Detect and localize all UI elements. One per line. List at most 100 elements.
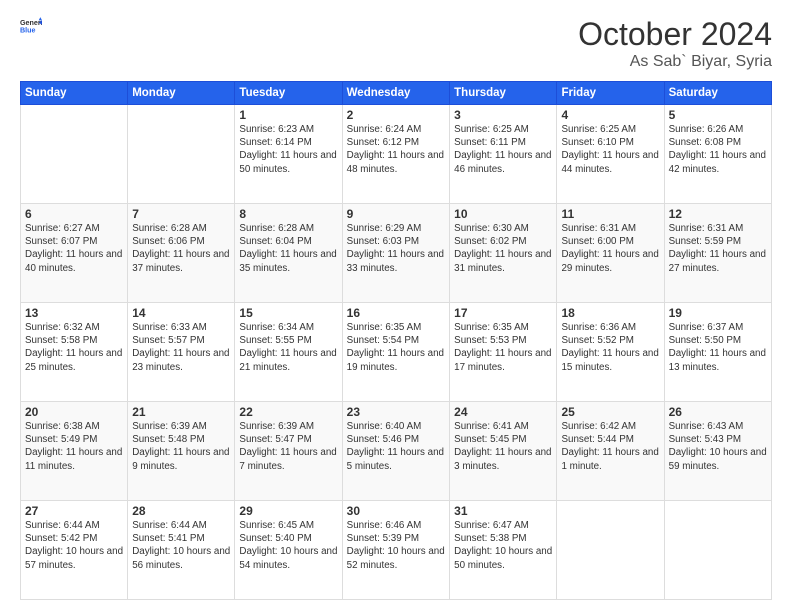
- day-info: Sunrise: 6:43 AMSunset: 5:43 PMDaylight:…: [669, 420, 767, 473]
- day-number: 16: [347, 306, 446, 320]
- day-info: Sunrise: 6:35 AMSunset: 5:54 PMDaylight:…: [347, 321, 446, 374]
- calendar-cell: 31 Sunrise: 6:47 AMSunset: 5:38 PMDaylig…: [450, 501, 557, 600]
- day-number: 14: [132, 306, 230, 320]
- day-info: Sunrise: 6:33 AMSunset: 5:57 PMDaylight:…: [132, 321, 230, 374]
- calendar-cell: 3 Sunrise: 6:25 AMSunset: 6:11 PMDayligh…: [450, 105, 557, 204]
- day-info: Sunrise: 6:23 AMSunset: 6:14 PMDaylight:…: [239, 123, 337, 176]
- location-title: As Sab` Biyar, Syria: [578, 53, 772, 71]
- day-info: Sunrise: 6:32 AMSunset: 5:58 PMDaylight:…: [25, 321, 123, 374]
- calendar-cell: 5 Sunrise: 6:26 AMSunset: 6:08 PMDayligh…: [664, 105, 771, 204]
- day-number: 22: [239, 405, 337, 419]
- day-number: 10: [454, 207, 552, 221]
- day-number: 29: [239, 504, 337, 518]
- calendar-cell: 24 Sunrise: 6:41 AMSunset: 5:45 PMDaylig…: [450, 402, 557, 501]
- calendar-cell: 21 Sunrise: 6:39 AMSunset: 5:48 PMDaylig…: [128, 402, 235, 501]
- day-number: 13: [25, 306, 123, 320]
- day-info: Sunrise: 6:31 AMSunset: 6:00 PMDaylight:…: [561, 222, 659, 275]
- day-info: Sunrise: 6:28 AMSunset: 6:06 PMDaylight:…: [132, 222, 230, 275]
- calendar-cell: 18 Sunrise: 6:36 AMSunset: 5:52 PMDaylig…: [557, 303, 664, 402]
- calendar-cell: 26 Sunrise: 6:43 AMSunset: 5:43 PMDaylig…: [664, 402, 771, 501]
- day-number: 1: [239, 108, 337, 122]
- day-number: 23: [347, 405, 446, 419]
- day-info: Sunrise: 6:26 AMSunset: 6:08 PMDaylight:…: [669, 123, 767, 176]
- calendar-cell: [557, 501, 664, 600]
- day-info: Sunrise: 6:39 AMSunset: 5:47 PMDaylight:…: [239, 420, 337, 473]
- calendar-cell: 25 Sunrise: 6:42 AMSunset: 5:44 PMDaylig…: [557, 402, 664, 501]
- day-info: Sunrise: 6:44 AMSunset: 5:41 PMDaylight:…: [132, 519, 230, 572]
- calendar-cell: 7 Sunrise: 6:28 AMSunset: 6:06 PMDayligh…: [128, 204, 235, 303]
- calendar-week-5: 27 Sunrise: 6:44 AMSunset: 5:42 PMDaylig…: [21, 501, 772, 600]
- calendar-cell: 9 Sunrise: 6:29 AMSunset: 6:03 PMDayligh…: [342, 204, 450, 303]
- calendar-table: Sunday Monday Tuesday Wednesday Thursday…: [20, 81, 772, 600]
- calendar-cell: [21, 105, 128, 204]
- day-number: 9: [347, 207, 446, 221]
- day-number: 3: [454, 108, 552, 122]
- calendar-cell: 2 Sunrise: 6:24 AMSunset: 6:12 PMDayligh…: [342, 105, 450, 204]
- day-info: Sunrise: 6:36 AMSunset: 5:52 PMDaylight:…: [561, 321, 659, 374]
- day-info: Sunrise: 6:25 AMSunset: 6:10 PMDaylight:…: [561, 123, 659, 176]
- day-number: 24: [454, 405, 552, 419]
- calendar-cell: 14 Sunrise: 6:33 AMSunset: 5:57 PMDaylig…: [128, 303, 235, 402]
- col-wednesday: Wednesday: [342, 82, 450, 105]
- day-number: 20: [25, 405, 123, 419]
- calendar-week-2: 6 Sunrise: 6:27 AMSunset: 6:07 PMDayligh…: [21, 204, 772, 303]
- day-number: 18: [561, 306, 659, 320]
- day-info: Sunrise: 6:37 AMSunset: 5:50 PMDaylight:…: [669, 321, 767, 374]
- calendar-cell: 13 Sunrise: 6:32 AMSunset: 5:58 PMDaylig…: [21, 303, 128, 402]
- day-info: Sunrise: 6:42 AMSunset: 5:44 PMDaylight:…: [561, 420, 659, 473]
- calendar-cell: 15 Sunrise: 6:34 AMSunset: 5:55 PMDaylig…: [235, 303, 342, 402]
- day-number: 15: [239, 306, 337, 320]
- day-number: 5: [669, 108, 767, 122]
- day-info: Sunrise: 6:24 AMSunset: 6:12 PMDaylight:…: [347, 123, 446, 176]
- day-info: Sunrise: 6:35 AMSunset: 5:53 PMDaylight:…: [454, 321, 552, 374]
- calendar-cell: 16 Sunrise: 6:35 AMSunset: 5:54 PMDaylig…: [342, 303, 450, 402]
- day-info: Sunrise: 6:39 AMSunset: 5:48 PMDaylight:…: [132, 420, 230, 473]
- calendar-cell: 1 Sunrise: 6:23 AMSunset: 6:14 PMDayligh…: [235, 105, 342, 204]
- day-number: 30: [347, 504, 446, 518]
- day-number: 6: [25, 207, 123, 221]
- page-header: General Blue October 2024 As Sab` Biyar,…: [20, 16, 772, 71]
- calendar-cell: 27 Sunrise: 6:44 AMSunset: 5:42 PMDaylig…: [21, 501, 128, 600]
- col-friday: Friday: [557, 82, 664, 105]
- calendar-cell: 23 Sunrise: 6:40 AMSunset: 5:46 PMDaylig…: [342, 402, 450, 501]
- calendar-cell: 8 Sunrise: 6:28 AMSunset: 6:04 PMDayligh…: [235, 204, 342, 303]
- day-number: 28: [132, 504, 230, 518]
- day-number: 11: [561, 207, 659, 221]
- svg-text:General: General: [20, 19, 42, 27]
- col-tuesday: Tuesday: [235, 82, 342, 105]
- day-info: Sunrise: 6:34 AMSunset: 5:55 PMDaylight:…: [239, 321, 337, 374]
- day-info: Sunrise: 6:47 AMSunset: 5:38 PMDaylight:…: [454, 519, 552, 572]
- day-number: 2: [347, 108, 446, 122]
- day-info: Sunrise: 6:40 AMSunset: 5:46 PMDaylight:…: [347, 420, 446, 473]
- day-number: 4: [561, 108, 659, 122]
- calendar-cell: 28 Sunrise: 6:44 AMSunset: 5:41 PMDaylig…: [128, 501, 235, 600]
- day-info: Sunrise: 6:29 AMSunset: 6:03 PMDaylight:…: [347, 222, 446, 275]
- col-saturday: Saturday: [664, 82, 771, 105]
- day-info: Sunrise: 6:25 AMSunset: 6:11 PMDaylight:…: [454, 123, 552, 176]
- day-number: 19: [669, 306, 767, 320]
- calendar-week-4: 20 Sunrise: 6:38 AMSunset: 5:49 PMDaylig…: [21, 402, 772, 501]
- day-info: Sunrise: 6:30 AMSunset: 6:02 PMDaylight:…: [454, 222, 552, 275]
- col-thursday: Thursday: [450, 82, 557, 105]
- day-info: Sunrise: 6:45 AMSunset: 5:40 PMDaylight:…: [239, 519, 337, 572]
- col-monday: Monday: [128, 82, 235, 105]
- calendar-cell: 20 Sunrise: 6:38 AMSunset: 5:49 PMDaylig…: [21, 402, 128, 501]
- calendar-week-1: 1 Sunrise: 6:23 AMSunset: 6:14 PMDayligh…: [21, 105, 772, 204]
- calendar-cell: 29 Sunrise: 6:45 AMSunset: 5:40 PMDaylig…: [235, 501, 342, 600]
- day-number: 26: [669, 405, 767, 419]
- day-number: 21: [132, 405, 230, 419]
- day-info: Sunrise: 6:28 AMSunset: 6:04 PMDaylight:…: [239, 222, 337, 275]
- calendar-cell: 4 Sunrise: 6:25 AMSunset: 6:10 PMDayligh…: [557, 105, 664, 204]
- calendar-cell: 30 Sunrise: 6:46 AMSunset: 5:39 PMDaylig…: [342, 501, 450, 600]
- day-number: 31: [454, 504, 552, 518]
- day-number: 8: [239, 207, 337, 221]
- calendar-cell: 17 Sunrise: 6:35 AMSunset: 5:53 PMDaylig…: [450, 303, 557, 402]
- calendar-cell: [664, 501, 771, 600]
- calendar-header-row: Sunday Monday Tuesday Wednesday Thursday…: [21, 82, 772, 105]
- title-block: October 2024 As Sab` Biyar, Syria: [578, 16, 772, 71]
- day-info: Sunrise: 6:44 AMSunset: 5:42 PMDaylight:…: [25, 519, 123, 572]
- calendar-cell: [128, 105, 235, 204]
- day-info: Sunrise: 6:27 AMSunset: 6:07 PMDaylight:…: [25, 222, 123, 275]
- logo: General Blue: [20, 16, 44, 38]
- day-info: Sunrise: 6:38 AMSunset: 5:49 PMDaylight:…: [25, 420, 123, 473]
